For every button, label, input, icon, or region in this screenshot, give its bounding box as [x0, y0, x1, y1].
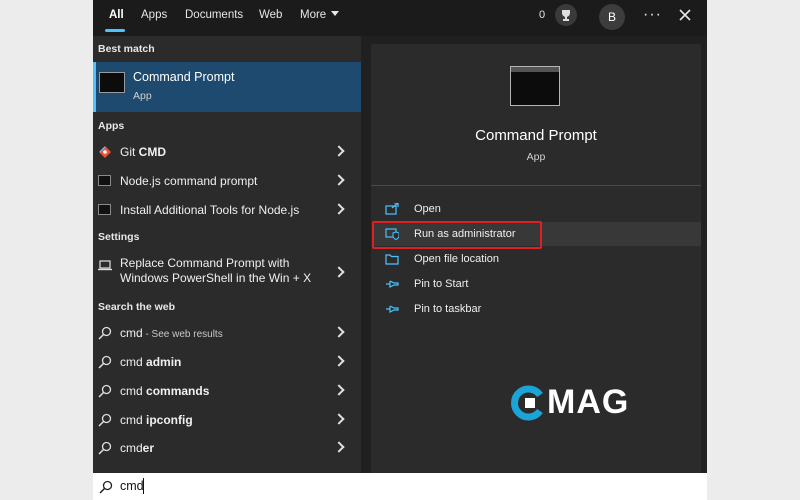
folder-icon: [385, 254, 399, 265]
list-item-nodejs-command-prompt[interactable]: Node.js command prompt: [93, 167, 361, 195]
watermark-text: MAG: [547, 383, 630, 421]
chevron-right-icon[interactable]: [333, 203, 345, 215]
tab-label: Web: [259, 9, 283, 21]
tab-apps[interactable]: Apps: [141, 0, 167, 32]
chevron-right-icon[interactable]: [333, 145, 345, 157]
best-match-subtitle: App: [133, 90, 152, 102]
app-subtitle: App: [526, 151, 546, 163]
tab-more[interactable]: More: [300, 0, 340, 32]
list-item-label: Install Additional Tools for Node.js: [120, 203, 300, 217]
web-result-cmd[interactable]: cmd - See web results: [93, 319, 361, 347]
search-icon: [99, 480, 113, 494]
search-icon: [98, 355, 112, 369]
action-pin-to-start[interactable]: Pin to Start: [373, 272, 701, 296]
web-result-cmd-commands[interactable]: cmd commands: [93, 377, 361, 405]
list-item-install-tools-nodejs[interactable]: Install Additional Tools for Node.js: [93, 196, 361, 224]
chevron-right-icon[interactable]: [333, 174, 345, 186]
section-heading-apps: Apps: [98, 120, 125, 132]
filter-tab-bar: All Apps Documents Web More 0 B ···: [93, 0, 707, 36]
action-label: Open file location: [414, 253, 499, 265]
action-open[interactable]: Open: [373, 197, 701, 221]
section-heading-settings: Settings: [98, 231, 140, 243]
list-item-label: Git CMD: [120, 145, 166, 159]
section-heading-best-match: Best match: [98, 43, 155, 55]
tab-label: All: [109, 9, 124, 21]
list-item-label: cmd ipconfig: [120, 413, 193, 427]
command-prompt-icon: [99, 72, 125, 93]
action-label: Pin to taskbar: [414, 303, 482, 315]
list-item-git-cmd[interactable]: Git CMD: [93, 138, 361, 166]
terminal-icon: [98, 175, 111, 186]
tab-all[interactable]: All: [105, 0, 125, 32]
list-item-replace-command-prompt[interactable]: Replace Command Prompt with Windows Powe…: [93, 250, 361, 294]
terminal-icon: [98, 204, 111, 215]
search-input[interactable]: cmd: [120, 479, 144, 493]
highlight-annotation-box: [372, 221, 542, 249]
watermark-logo: MAG: [510, 383, 628, 421]
chevron-right-icon[interactable]: [333, 384, 345, 396]
tab-label: More: [300, 9, 327, 21]
command-prompt-icon: [510, 66, 560, 106]
pin-icon: [386, 280, 399, 288]
active-tab-indicator: [105, 29, 125, 32]
tab-documents[interactable]: Documents: [185, 0, 243, 32]
open-icon: [385, 203, 399, 215]
chevron-down-icon: [331, 11, 340, 16]
list-item-label: cmd - See web results: [120, 326, 223, 340]
pin-icon: [386, 305, 399, 313]
search-icon: [98, 441, 112, 455]
web-result-cmd-admin[interactable]: cmd admin: [93, 348, 361, 376]
tab-label: Apps: [141, 9, 168, 21]
app-title: Command Prompt: [475, 127, 597, 144]
best-match-item[interactable]: Command Prompt App: [93, 62, 361, 112]
list-item-label: Replace Command Prompt with Windows Powe…: [120, 256, 312, 285]
action-pin-to-taskbar[interactable]: Pin to taskbar: [373, 297, 701, 321]
web-result-cmder[interactable]: cmder: [93, 434, 361, 462]
search-box[interactable]: cmd: [93, 473, 707, 500]
git-icon: [99, 146, 111, 158]
text-cursor: [143, 478, 144, 494]
results-list: Best match Command Prompt App Apps Git C…: [93, 36, 361, 473]
divider: [371, 185, 701, 186]
tab-label: Documents: [185, 9, 244, 21]
rewards-points: 0: [539, 9, 546, 21]
chevron-right-icon[interactable]: [333, 355, 345, 367]
action-open-file-location[interactable]: Open file location: [373, 247, 701, 271]
search-icon: [98, 413, 112, 427]
search-icon: [98, 326, 112, 340]
list-item-label: Node.js command prompt: [120, 174, 258, 188]
chevron-right-icon[interactable]: [333, 413, 345, 425]
laptop-icon: [98, 260, 112, 271]
more-options-icon[interactable]: ···: [643, 6, 662, 24]
watermark-logo-icon: [511, 385, 543, 421]
search-icon: [98, 384, 112, 398]
rewards-trophy-icon[interactable]: [555, 4, 577, 26]
best-match-title: Command Prompt: [133, 70, 235, 84]
close-icon[interactable]: [677, 7, 693, 23]
list-item-label: cmd admin: [120, 355, 182, 369]
web-result-cmd-ipconfig[interactable]: cmd ipconfig: [93, 406, 361, 434]
list-item-label: cmd commands: [120, 384, 210, 398]
chevron-right-icon[interactable]: [333, 266, 345, 278]
action-label: Open: [414, 203, 441, 215]
list-item-label: cmder: [120, 441, 155, 455]
section-heading-search-web: Search the web: [98, 301, 176, 313]
chevron-right-icon[interactable]: [333, 441, 345, 453]
chevron-right-icon[interactable]: [333, 326, 345, 338]
tab-web[interactable]: Web: [259, 0, 282, 32]
action-label: Pin to Start: [414, 278, 469, 290]
avatar[interactable]: B: [599, 4, 625, 30]
